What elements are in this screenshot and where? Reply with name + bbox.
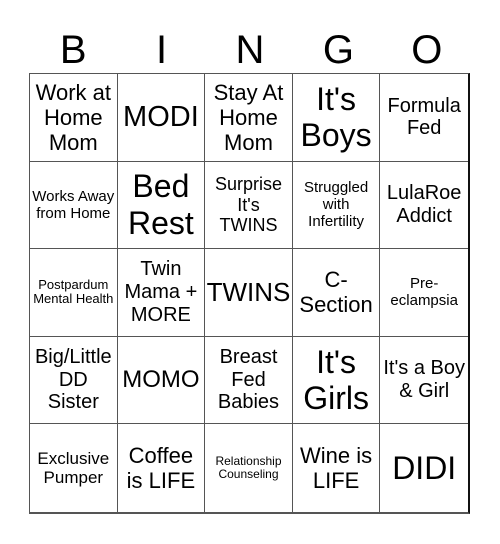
bingo-cell[interactable]: Surprise It's TWINS <box>205 161 293 250</box>
bingo-cell[interactable]: Wine is LIFE <box>293 424 381 512</box>
header-letter-n: N <box>235 27 265 72</box>
bingo-cell[interactable]: Coffee is LIFE <box>118 424 206 512</box>
bingo-cell[interactable]: Formula Fed <box>380 74 468 162</box>
bingo-cell[interactable]: Postpardum Mental Health <box>30 249 118 337</box>
bingo-cell[interactable]: Works Away from Home <box>30 161 118 250</box>
bingo-cell[interactable]: Breast Fed Babies <box>205 336 293 425</box>
bingo-cell[interactable]: MOMO <box>117 336 206 425</box>
bingo-cell[interactable]: Exclusive Pumper <box>30 424 118 512</box>
bingo-grid: Work at Home Mom MODI Stay At Home Mom I… <box>29 73 470 514</box>
bingo-cell[interactable]: Big/Little DD Sister <box>30 336 118 425</box>
bingo-cell[interactable]: LulaRoe Addict <box>380 162 468 250</box>
bingo-cell[interactable]: It's Boys <box>292 74 381 162</box>
bingo-cell[interactable]: Struggled with Infertility <box>292 161 381 250</box>
bingo-cell[interactable]: Bed Rest <box>117 161 206 250</box>
header-letter-o: O <box>411 27 443 72</box>
bingo-cell[interactable]: Relationship Counseling <box>205 424 293 512</box>
bingo-cell[interactable]: It's a Boy & Girl <box>380 337 468 425</box>
bingo-cell[interactable]: Stay At Home Mom <box>205 74 293 162</box>
bingo-cell[interactable]: Twin Mama + MORE <box>117 249 206 337</box>
bingo-cell[interactable]: Work at Home Mom <box>30 74 118 162</box>
bingo-cell[interactable]: MODI <box>117 74 206 162</box>
bingo-cell[interactable]: C-Section <box>292 249 381 337</box>
bingo-cell-center[interactable]: TWINS <box>205 249 293 337</box>
bingo-cell[interactable]: Pre-eclampsia <box>380 249 468 337</box>
bingo-header: B I N G O <box>29 26 471 73</box>
header-letter-i: I <box>156 27 168 72</box>
header-letter-g: G <box>322 27 354 72</box>
header-letter-b: B <box>59 27 87 72</box>
bingo-cell[interactable]: It's Girls <box>292 336 381 425</box>
bingo-cell[interactable]: DIDI <box>380 424 468 512</box>
